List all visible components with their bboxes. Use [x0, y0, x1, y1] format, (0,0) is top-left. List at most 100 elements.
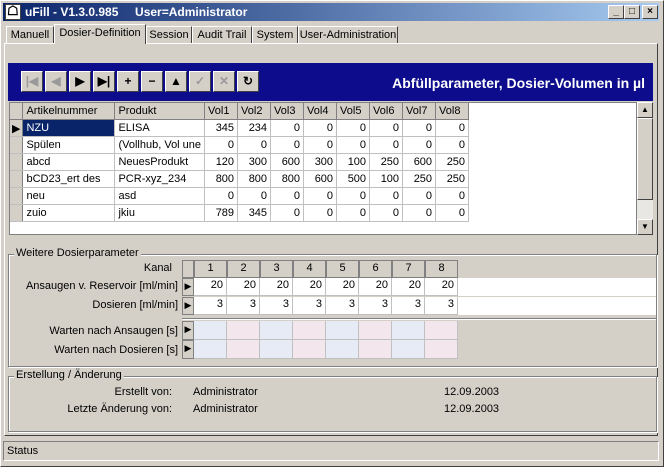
column-header[interactable]: Produkt: [114, 103, 206, 120]
grid-cell[interactable]: 0: [435, 119, 470, 137]
param-cell[interactable]: [326, 340, 359, 359]
grid-cell[interactable]: 345: [204, 119, 239, 137]
grid-cell[interactable]: (Vollhub, Vol une: [114, 136, 206, 154]
grid-cell[interactable]: 250: [435, 170, 470, 188]
close-icon[interactable]: ×: [642, 5, 658, 19]
grid-cell[interactable]: abcd: [22, 153, 116, 171]
column-header[interactable]: Artikelnummer: [22, 103, 116, 120]
param-cell[interactable]: [227, 321, 260, 340]
param-cell[interactable]: [194, 340, 227, 359]
grid-vertical-scrollbar[interactable]: ▲ ▼: [637, 102, 653, 235]
grid-cell[interactable]: 0: [270, 136, 305, 154]
grid-cell[interactable]: jkiu: [114, 204, 206, 222]
param-cell[interactable]: 3: [260, 297, 293, 315]
grid-cell[interactable]: 600: [402, 153, 437, 171]
tab-system[interactable]: System: [252, 26, 298, 43]
maximize-icon[interactable]: □: [624, 5, 640, 19]
insert-record-icon[interactable]: +: [117, 71, 139, 92]
grid-cell[interactable]: neu: [22, 187, 116, 205]
grid-cell[interactable]: 0: [435, 187, 470, 205]
column-header[interactable]: Vol1: [204, 103, 239, 120]
grid-cell[interactable]: 0: [369, 136, 404, 154]
grid-cell[interactable]: 0: [204, 187, 239, 205]
grid-cell[interactable]: NeuesProdukt: [114, 153, 206, 171]
grid-cell[interactable]: 250: [369, 153, 404, 171]
grid-cell[interactable]: 120: [204, 153, 239, 171]
param-cell[interactable]: [359, 321, 392, 340]
param-cell[interactable]: [359, 340, 392, 359]
grid-cell[interactable]: 0: [336, 119, 371, 137]
grid-cell[interactable]: 0: [402, 187, 437, 205]
grid-cell[interactable]: asd: [114, 187, 206, 205]
grid-cell[interactable]: 0: [402, 136, 437, 154]
grid-cell[interactable]: 0: [237, 187, 272, 205]
tab-audit-trail[interactable]: Audit Trail: [192, 26, 252, 43]
grid-cell[interactable]: 0: [237, 136, 272, 154]
scroll-thumb[interactable]: [637, 118, 653, 200]
grid-cell[interactable]: 789: [204, 204, 239, 222]
title-bar[interactable]: uFill - V1.3.0.985 User=Administrator _ …: [3, 3, 659, 21]
grid-cell[interactable]: 0: [369, 204, 404, 222]
param-cell[interactable]: [392, 321, 425, 340]
table-row[interactable]: neu asd 0 0 0 0 0 0 0 0: [10, 187, 470, 205]
grid-cell[interactable]: 500: [336, 170, 371, 188]
first-record-icon[interactable]: |◀: [21, 71, 43, 92]
grid-cell[interactable]: 100: [336, 153, 371, 171]
grid-cell[interactable]: 800: [270, 170, 305, 188]
grid-cell[interactable]: 600: [303, 170, 338, 188]
param-cell[interactable]: 3: [326, 297, 359, 315]
table-row[interactable]: ▶ NZU ELISA 345 234 0 0 0 0 0 0: [10, 119, 470, 137]
grid-cell[interactable]: NZU: [22, 119, 116, 137]
grid-cell[interactable]: 0: [303, 204, 338, 222]
param-cell[interactable]: [293, 321, 326, 340]
param-cell[interactable]: [194, 321, 227, 340]
grid-cell[interactable]: 0: [270, 187, 305, 205]
post-record-icon[interactable]: ✓: [189, 71, 211, 92]
grid-cell[interactable]: 0: [270, 204, 305, 222]
param-cell[interactable]: [260, 340, 293, 359]
cancel-record-icon[interactable]: ✕: [213, 71, 235, 92]
scroll-up-icon[interactable]: ▲: [637, 102, 653, 118]
column-header[interactable]: Vol4: [303, 103, 338, 120]
product-grid[interactable]: Artikelnummer Produkt Vol1 Vol2 Vol3 Vol…: [9, 102, 637, 235]
column-header[interactable]: Vol8: [435, 103, 470, 120]
column-header[interactable]: Vol6: [369, 103, 404, 120]
param-cell[interactable]: 3: [392, 297, 425, 315]
grid-cell[interactable]: 100: [369, 170, 404, 188]
delete-record-icon[interactable]: −: [141, 71, 163, 92]
grid-cell[interactable]: 0: [270, 119, 305, 137]
grid-cell[interactable]: 345: [237, 204, 272, 222]
param-cell[interactable]: 3: [227, 297, 260, 315]
grid-cell[interactable]: 0: [336, 136, 371, 154]
param-cell[interactable]: [293, 340, 326, 359]
grid-cell[interactable]: 0: [402, 119, 437, 137]
param-cell[interactable]: [425, 340, 458, 359]
grid-cell[interactable]: 0: [303, 187, 338, 205]
grid-cell[interactable]: 0: [435, 136, 470, 154]
table-row[interactable]: Spülen (Vollhub, Vol une 0 0 0 0 0 0 0 0: [10, 136, 470, 154]
grid-cell[interactable]: 0: [336, 204, 371, 222]
tab-dosier-definition[interactable]: Dosier-Definition: [54, 24, 146, 44]
column-header[interactable]: Vol5: [336, 103, 371, 120]
prior-record-icon[interactable]: ◀: [45, 71, 67, 92]
grid-cell[interactable]: bCD23_ert des: [22, 170, 116, 188]
tab-session[interactable]: Session: [146, 26, 192, 43]
grid-cell[interactable]: 0: [303, 119, 338, 137]
grid-cell[interactable]: Spülen: [22, 136, 116, 154]
param-cell[interactable]: 3: [359, 297, 392, 315]
param-cell[interactable]: 3: [293, 297, 326, 315]
param-cell[interactable]: 20: [260, 278, 293, 296]
param-cell[interactable]: [392, 340, 425, 359]
grid-cell[interactable]: 0: [402, 204, 437, 222]
grid-cell[interactable]: zuio: [22, 204, 116, 222]
grid-cell[interactable]: 0: [369, 119, 404, 137]
grid-cell[interactable]: 300: [303, 153, 338, 171]
grid-cell[interactable]: ELISA: [114, 119, 206, 137]
grid-cell[interactable]: 234: [237, 119, 272, 137]
param-cell[interactable]: [260, 321, 293, 340]
grid-cell[interactable]: PCR-xyz_234: [114, 170, 206, 188]
param-cell[interactable]: 3: [425, 297, 458, 315]
param-cell[interactable]: 20: [392, 278, 425, 296]
column-header[interactable]: Vol3: [270, 103, 305, 120]
last-record-icon[interactable]: ▶|: [93, 71, 115, 92]
